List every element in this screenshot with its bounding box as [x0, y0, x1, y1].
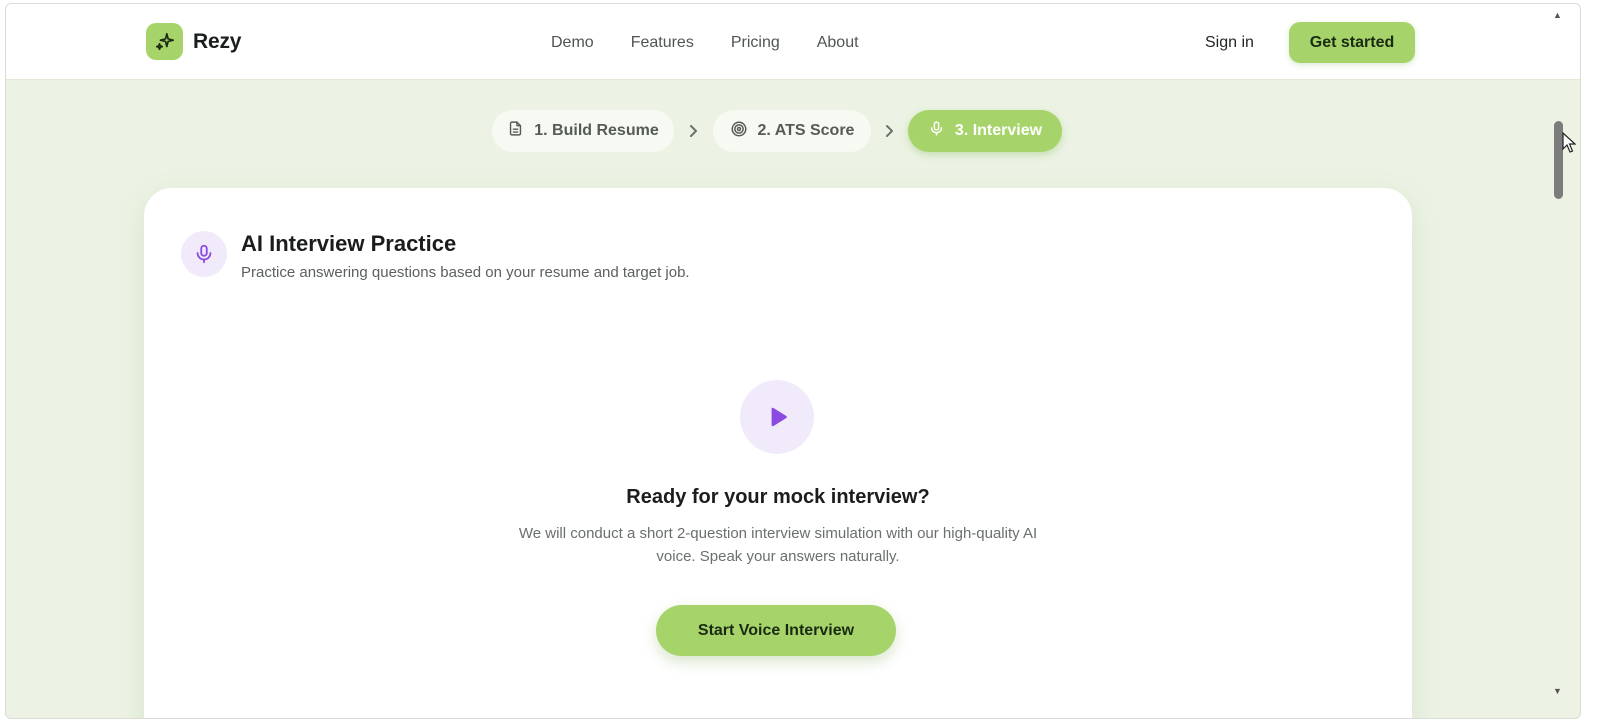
interview-card: AI Interview Practice Practice answering… — [144, 188, 1412, 718]
step-ats-score[interactable]: 2. ATS Score — [713, 110, 871, 152]
card-subtitle: Practice answering questions based on yo… — [241, 264, 690, 281]
step-label: 1. Build Resume — [534, 122, 659, 139]
scroll-up-arrow-icon[interactable]: ▲ — [1553, 10, 1562, 20]
vertical-scrollbar[interactable]: ▲ ▼ — [1551, 10, 1565, 718]
nav-about[interactable]: About — [817, 34, 859, 52]
start-voice-interview-button[interactable]: Start Voice Interview — [656, 605, 896, 656]
step-interview[interactable]: 3. Interview — [908, 110, 1062, 152]
sign-in-link[interactable]: Sign in — [1205, 34, 1254, 52]
ready-heading: Ready for your mock interview? — [626, 486, 930, 508]
chevron-right-icon — [687, 122, 701, 145]
step-label: 2. ATS Score — [757, 122, 855, 139]
ready-description: We will conduct a short 2-question inter… — [518, 525, 1038, 565]
nav-features[interactable]: Features — [631, 34, 694, 52]
brand-logo[interactable]: Rezy — [146, 23, 241, 60]
microphone-icon — [928, 120, 945, 142]
mouse-cursor-icon — [1562, 131, 1577, 159]
step-label: 3. Interview — [954, 122, 1043, 139]
step-build-resume[interactable]: 1. Build Resume — [492, 110, 674, 152]
target-icon — [730, 120, 748, 143]
play-icon[interactable] — [740, 380, 814, 454]
main-nav: Demo Features Pricing About — [551, 34, 859, 52]
nav-demo[interactable]: Demo — [551, 34, 594, 52]
progress-stepper: 1. Build Resume 2. ATS Score 3. Intervie… — [6, 110, 1580, 154]
scroll-down-arrow-icon[interactable]: ▼ — [1553, 686, 1562, 696]
document-icon — [507, 120, 524, 142]
card-title: AI Interview Practice — [241, 231, 457, 256]
microphone-icon — [181, 231, 227, 277]
brand-name: Rezy — [193, 29, 242, 53]
browser-viewport: Rezy Demo Features Pricing About Sign in… — [5, 3, 1581, 719]
nav-pricing[interactable]: Pricing — [731, 34, 780, 52]
chevron-right-icon — [883, 122, 897, 145]
sparkle-icon — [146, 23, 183, 60]
site-header: Rezy Demo Features Pricing About Sign in… — [6, 4, 1580, 80]
get-started-button[interactable]: Get started — [1289, 22, 1415, 63]
